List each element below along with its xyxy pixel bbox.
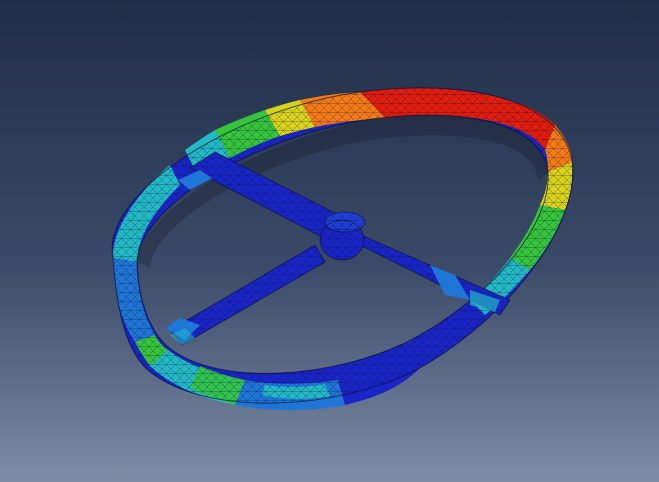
spoke-right [344,227,511,316]
wheel-hub [319,211,366,261]
analysis-viewport[interactable] [0,0,659,482]
spoke-lower-left [165,244,326,346]
steering-wheel-model[interactable] [0,0,659,482]
